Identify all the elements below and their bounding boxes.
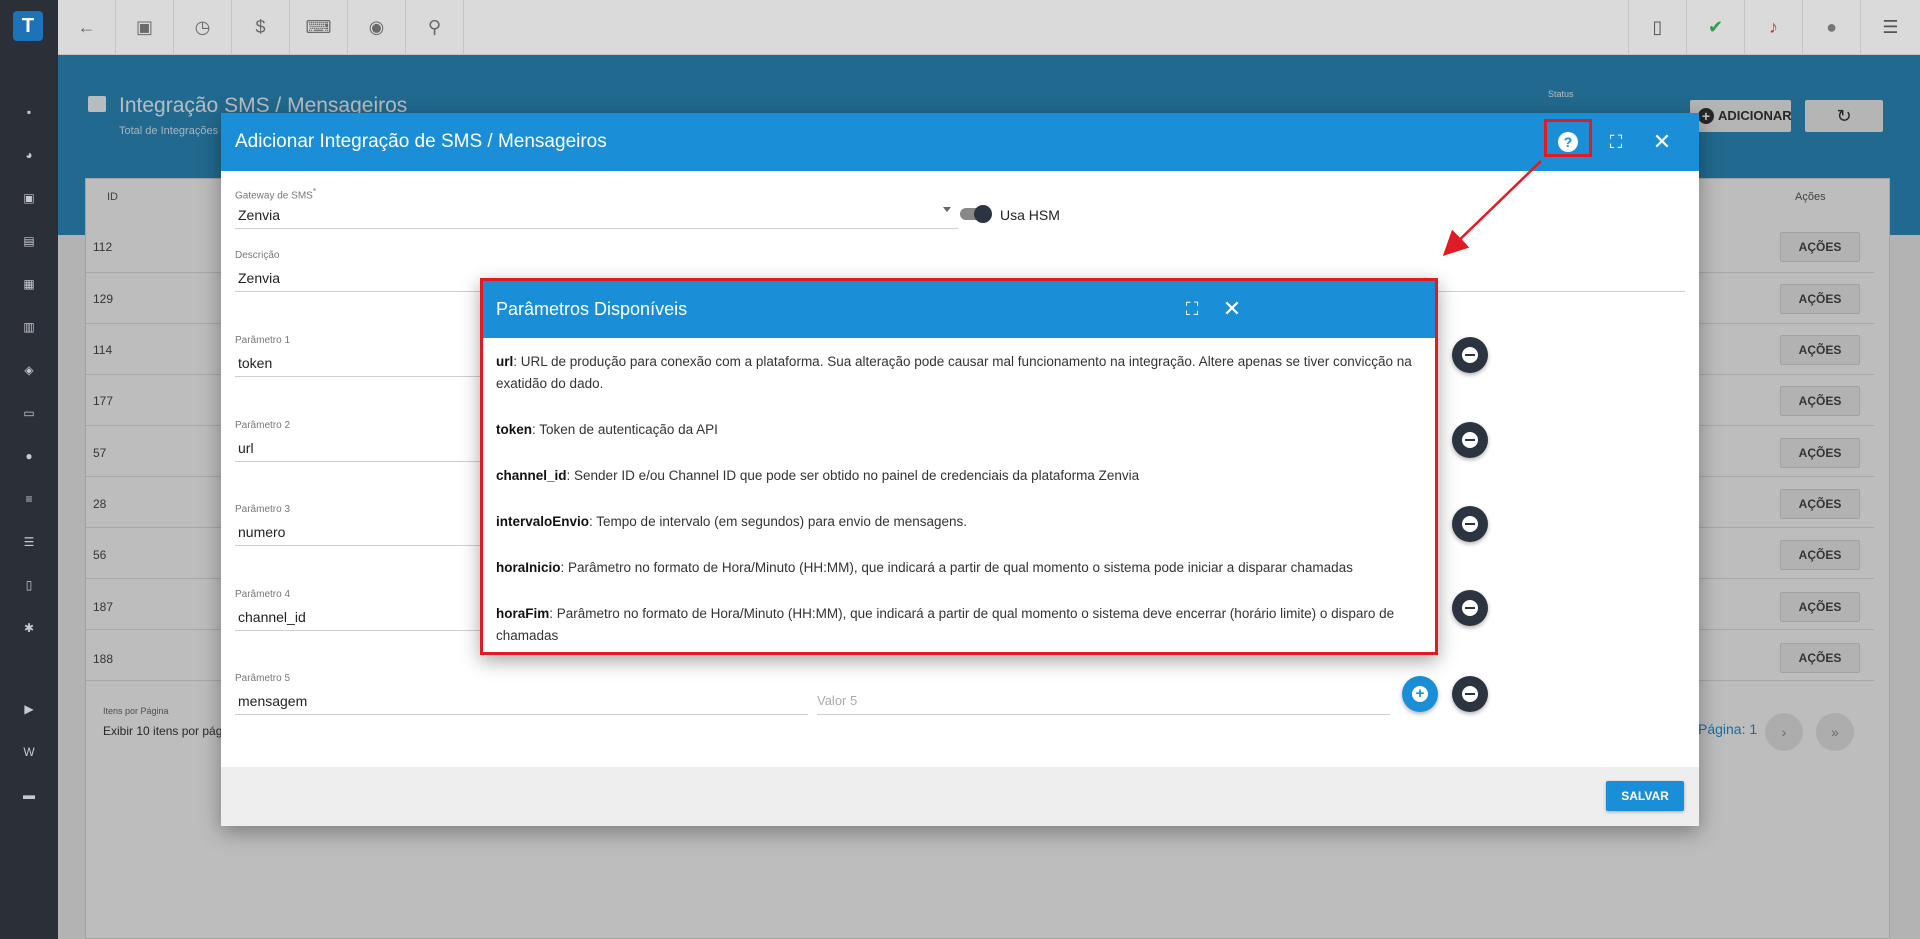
package-icon[interactable]: ◈ xyxy=(21,362,37,378)
parameter-5-label: Parâmetro 5 xyxy=(235,673,291,684)
add-parameter-button[interactable]: + xyxy=(1402,676,1438,712)
left-sidebar: T ▪ ◕ ▣ ▤ ▦ ▥ ◈ ▭ ● ≡ ☰ ▯ ✱ ▶ W ▬ xyxy=(0,0,58,939)
param-name: token xyxy=(496,422,533,437)
param-description: : URL de produção para conexão com a pla… xyxy=(496,354,1412,391)
gateway-label: Gateway de SMS* xyxy=(235,186,317,202)
list-item: intervaloEnvio: Tempo de intervalo (em s… xyxy=(496,511,1426,533)
close-icon[interactable]: ✕ xyxy=(1220,297,1244,321)
youtube-icon[interactable]: ▶ xyxy=(21,701,37,717)
field-underline xyxy=(235,228,958,229)
param-name: url xyxy=(496,354,514,369)
parameter-2-label: Parâmetro 2 xyxy=(235,420,291,431)
eye-icon[interactable]: ◉ xyxy=(348,0,406,54)
param-description: : Parâmetro no formato de Hora/Minuto (H… xyxy=(496,606,1395,643)
value-5-input[interactable]: Valor 5 xyxy=(817,693,857,708)
modal-footer xyxy=(221,767,1699,826)
settings-icon[interactable]: ✱ xyxy=(21,620,37,636)
description-label: Descrição xyxy=(235,250,280,261)
calendar-clock-icon[interactable]: ◷ xyxy=(174,0,232,54)
modal-title: Adicionar Integração de SMS / Mensageiro… xyxy=(235,131,607,152)
file-icon[interactable]: ▯ xyxy=(21,577,37,593)
use-hsm-label: Usa HSM xyxy=(1000,207,1060,223)
parameter-3-label: Parâmetro 3 xyxy=(235,504,291,515)
search-icon[interactable]: ⚲ xyxy=(406,0,464,54)
briefcase-icon[interactable]: ▥ xyxy=(21,319,37,335)
app-logo[interactable]: T xyxy=(13,11,43,41)
pie-chart-icon[interactable]: ◕ xyxy=(21,147,37,163)
parameter-4-label: Parâmetro 4 xyxy=(235,589,291,600)
chevron-down-icon[interactable] xyxy=(943,207,951,212)
list-item: horaInicio: Parâmetro no formato de Hora… xyxy=(496,557,1426,579)
calendar-icon[interactable]: ▦ xyxy=(21,276,37,292)
description-input[interactable]: Zenvia xyxy=(238,270,280,286)
param-name: horaFim xyxy=(496,606,550,621)
remove-parameter-3-button[interactable] xyxy=(1452,506,1488,542)
param-name: horaInicio xyxy=(496,560,561,575)
user-avatar-icon[interactable]: ● xyxy=(1802,0,1860,54)
list-icon[interactable]: ≡ xyxy=(21,491,37,507)
field-underline xyxy=(235,714,808,715)
dollar-icon[interactable]: $ xyxy=(232,0,290,54)
close-icon[interactable]: ✕ xyxy=(1650,130,1674,154)
param-description: : Tempo de intervalo (em segundos) para … xyxy=(589,514,968,529)
parameter-4-input[interactable]: channel_id xyxy=(238,609,306,625)
field-underline xyxy=(817,714,1390,715)
remove-parameter-1-button[interactable] xyxy=(1452,337,1488,373)
param-description: : Token de autenticação da API xyxy=(532,422,718,437)
wiki-icon[interactable]: W xyxy=(21,744,37,760)
parameter-1-label: Parâmetro 1 xyxy=(235,335,291,346)
parameter-5-input[interactable]: mensagem xyxy=(238,693,307,709)
menu-list-icon[interactable]: ☰ xyxy=(1860,0,1920,54)
remove-parameter-5-button[interactable] xyxy=(1452,676,1488,712)
list-item: channel_id: Sender ID e/ou Channel ID qu… xyxy=(496,465,1426,487)
parameter-3-input[interactable]: numero xyxy=(238,524,285,540)
help-highlight-box xyxy=(1544,119,1592,157)
contact-card-icon[interactable]: ▣ xyxy=(116,0,174,54)
fullscreen-icon[interactable]: ⛶ xyxy=(1180,297,1204,321)
plus-icon: + xyxy=(1412,686,1428,702)
param-name: channel_id xyxy=(496,468,567,483)
list-item: url: URL de produção para conexão com a … xyxy=(496,351,1426,395)
checkmark-badge-icon[interactable]: ✔ xyxy=(1686,0,1744,54)
terminal-icon[interactable]: ⌨ xyxy=(290,0,348,54)
parameters-list: url: URL de produção para conexão com a … xyxy=(496,351,1426,671)
pdf-icon[interactable]: ▯ xyxy=(1628,0,1686,54)
dashboard-icon[interactable]: ▪ xyxy=(21,104,37,120)
remove-parameter-2-button[interactable] xyxy=(1452,422,1488,458)
fullscreen-icon[interactable]: ⛶ xyxy=(1604,130,1628,154)
chat-icon[interactable]: ▬ xyxy=(21,787,37,803)
remove-parameter-4-button[interactable] xyxy=(1452,590,1488,626)
parameter-1-input[interactable]: token xyxy=(238,355,272,371)
back-arrow-icon[interactable]: ← xyxy=(58,0,116,54)
param-name: intervaloEnvio xyxy=(496,514,590,529)
list-item: horaFim: Parâmetro no formato de Hora/Mi… xyxy=(496,603,1426,647)
server-icon[interactable]: ☰ xyxy=(21,534,37,550)
modal-header: Adicionar Integração de SMS / Mensageiro… xyxy=(221,113,1699,171)
map-pin-icon[interactable]: ● xyxy=(21,448,37,464)
available-parameters-popup: Parâmetros Disponíveis ⛶ ✕ url: URL de p… xyxy=(480,278,1438,655)
param-description: : Sender ID e/ou Channel ID que pode ser… xyxy=(566,468,1140,483)
popup-header: Parâmetros Disponíveis ⛶ ✕ xyxy=(483,281,1435,338)
popup-title: Parâmetros Disponíveis xyxy=(496,299,688,319)
parameter-2-input[interactable]: url xyxy=(238,440,254,456)
gateway-select[interactable]: Zenvia xyxy=(238,207,280,223)
param-description: : Parâmetro no formato de Hora/Minuto (H… xyxy=(560,560,1353,575)
contacts-icon[interactable]: ▣ xyxy=(21,190,37,206)
alarm-bell-icon[interactable]: ♪ xyxy=(1744,0,1802,54)
save-button[interactable]: SALVAR xyxy=(1606,781,1684,811)
list-item: token: Token de autenticação da API xyxy=(496,419,1426,441)
book-icon[interactable]: ▤ xyxy=(21,233,37,249)
money-icon[interactable]: ▭ xyxy=(21,405,37,421)
toggle-knob[interactable] xyxy=(974,205,992,223)
top-toolbar: ← ▣ ◷ $ ⌨ ◉ ⚲ ▯ ✔ ♪ ● ☰ xyxy=(58,0,1920,55)
